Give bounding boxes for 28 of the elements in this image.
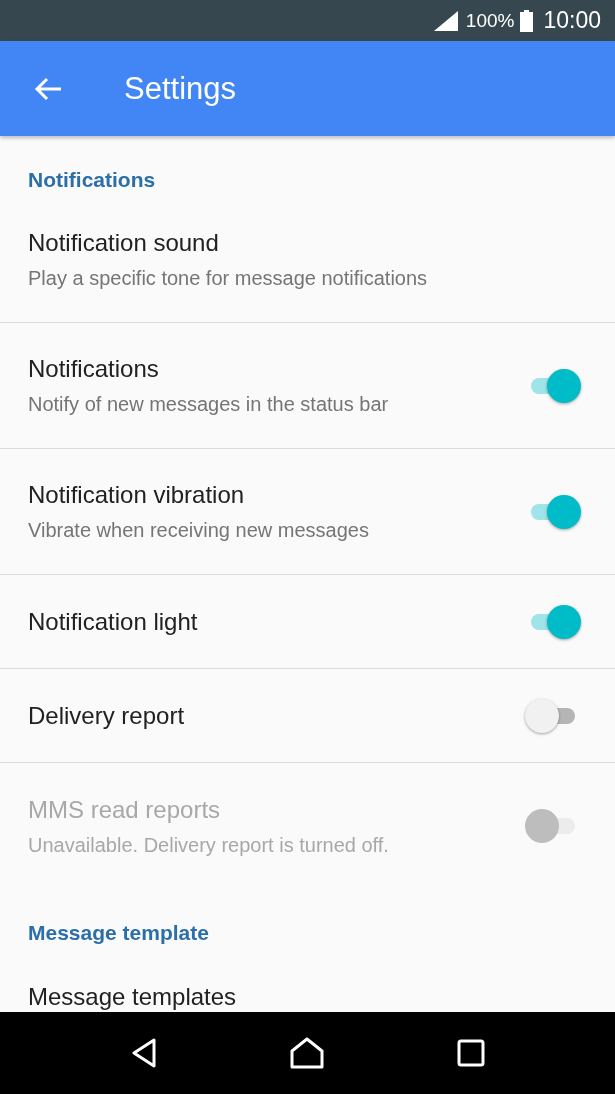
setting-row[interactable]: Message templates (0, 950, 615, 1012)
setting-title: MMS read reports (28, 794, 222, 825)
setting-title: Message templates (28, 982, 238, 1012)
back-icon[interactable] (130, 1038, 157, 1068)
section-header: Notifications (27, 167, 157, 193)
setting-description: Unavailable. Delivery report is turned off. (28, 832, 390, 858)
home-icon[interactable] (289, 1037, 324, 1069)
setting-row[interactable]: Notification vibration Vibrate when receiving new messages (0, 449, 615, 575)
setting-title: Notification sound (28, 228, 220, 258)
setting-title: Notification light (28, 606, 199, 637)
square-icon[interactable] (456, 1039, 485, 1067)
battery-icon (520, 9, 534, 32)
battery-percent: 100% (465, 9, 515, 32)
setting-title: Delivery report (28, 700, 186, 731)
setting-row[interactable]: Notification light (0, 575, 615, 669)
setting-description: Vibrate when receiving new messages (28, 518, 370, 543)
setting-title: Notification vibration (28, 480, 246, 510)
setting-description: Play a specific tone for message notifications (28, 266, 429, 291)
screen-title: Settings (124, 70, 236, 107)
setting-row[interactable]: Delivery report (0, 669, 615, 763)
signal-icon (433, 10, 458, 31)
back-arrow-icon[interactable] (34, 76, 62, 101)
setting-row[interactable]: Notifications Notify of new messages in the status bar (0, 323, 615, 449)
setting-title: Notifications (28, 354, 160, 384)
section-header: Message template (27, 920, 210, 946)
clock: 10:00 (543, 7, 601, 34)
setting-row[interactable]: Notification sound Play a specific tone for message notifications (0, 197, 615, 323)
setting-description: Notify of new messages in the status bar (28, 392, 390, 417)
